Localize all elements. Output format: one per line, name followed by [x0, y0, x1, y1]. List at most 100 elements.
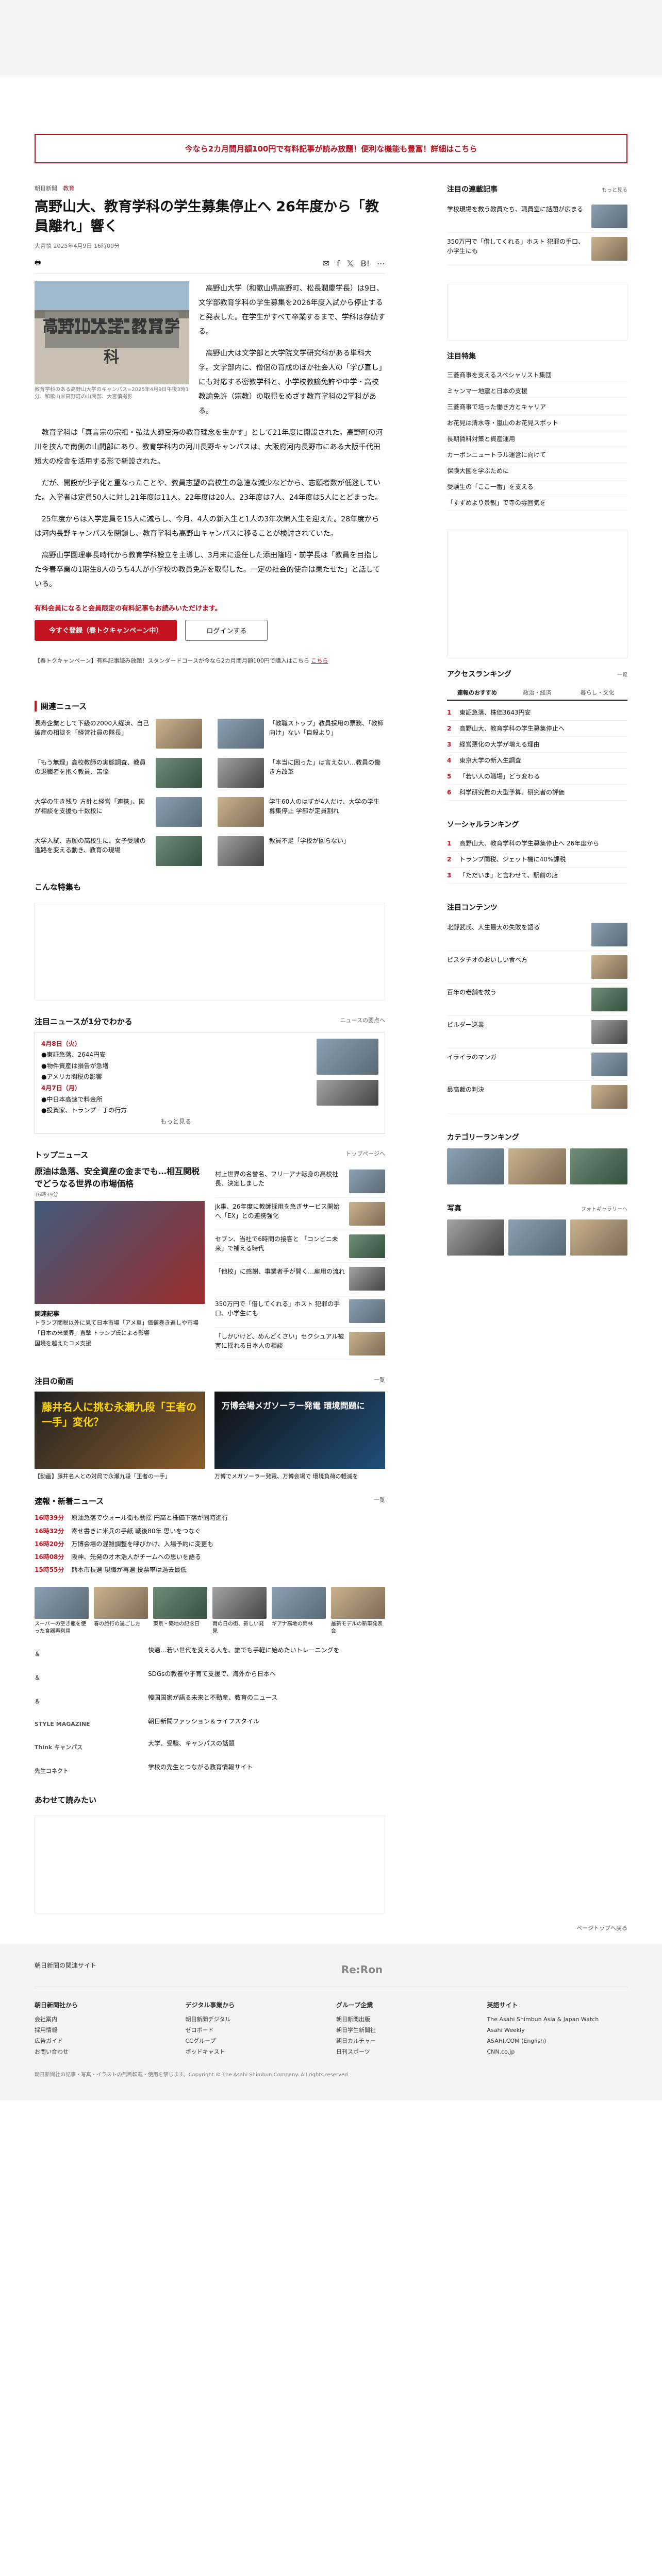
- photo-thumb[interactable]: [508, 1219, 566, 1256]
- photo-thumb[interactable]: [570, 1219, 627, 1256]
- content-item[interactable]: ビルダー巡業: [447, 1016, 627, 1048]
- footer-link[interactable]: 採用情報: [35, 2025, 175, 2036]
- picture-item[interactable]: 最新モデルの新車発表会: [331, 1587, 385, 1635]
- feature-item[interactable]: 三菱商事で培った働き方とキャリア: [447, 399, 627, 415]
- tab-ranking[interactable]: 政治・経済: [507, 685, 568, 700]
- sidebar-ad[interactable]: [447, 530, 627, 658]
- brand-logo[interactable]: STYLE MAGAZINE: [35, 1717, 138, 1732]
- topnews-item[interactable]: セブン、当社で6時間の接客と 「コンビニ未来」で補える時代: [215, 1230, 385, 1263]
- content-item[interactable]: ピスタチオのおいしい食べ方: [447, 951, 627, 984]
- footer-link[interactable]: Asahi Weekly: [487, 2025, 628, 2036]
- calendar-item[interactable]: ●中日本高速で料金所: [41, 1094, 310, 1106]
- flash-link[interactable]: 一覧: [374, 1496, 385, 1506]
- campaign-link[interactable]: こちら: [311, 657, 328, 664]
- picture-item[interactable]: 春の旅行の過ごし方: [94, 1587, 148, 1635]
- promo-banner[interactable]: 今なら2カ月間月額100円で有料記事が読み放題！便利な機能も豊富！詳細はこちら: [35, 134, 627, 163]
- brand-logo[interactable]: ＆: [35, 1669, 138, 1686]
- facebook-icon[interactable]: f: [337, 259, 340, 268]
- footer-link[interactable]: ゼロボード: [186, 2025, 326, 2036]
- related-item[interactable]: 長寿企業として下級の2000人経済、自己破産の相談を「経営社員の隊長」: [35, 718, 202, 749]
- feature-item[interactable]: 保険大國を学ぶために: [447, 463, 627, 479]
- content-item[interactable]: 北野武氏、人生最大の失敗を語る: [447, 919, 627, 951]
- footer-link[interactable]: CCグループ: [186, 2036, 326, 2047]
- video-thumb[interactable]: 万博会場メガソーラー発電 環境問題に: [214, 1392, 385, 1469]
- footer-link[interactable]: The Asahi Shimbun Asia & Japan Watch: [487, 2014, 628, 2025]
- flash-item[interactable]: 16時39分 原油急落でウォール街も動揺 円高と株価下落が同時進行: [35, 1512, 385, 1524]
- ranking-item[interactable]: 6 科学研究費の大型予算、研究者の評価: [447, 785, 627, 801]
- footer-link[interactable]: 朝日カルチャー: [336, 2036, 477, 2047]
- calendar-more-link[interactable]: もっと見る: [41, 1116, 310, 1128]
- topnews-sub-item[interactable]: 「日本の米業界」直撃 トランプ氏による影響: [35, 1328, 205, 1338]
- category-thumb[interactable]: [508, 1148, 566, 1184]
- sidebar-ad[interactable]: [447, 284, 627, 341]
- feature-item[interactable]: 長期賃料対策と資産運用: [447, 431, 627, 447]
- ad-slot[interactable]: [35, 902, 385, 1001]
- ad-slot[interactable]: [35, 1816, 385, 1914]
- brand-logo[interactable]: 先生コネクト: [35, 1762, 138, 1779]
- calendar-item[interactable]: ●物件資産は損告が急増: [41, 1061, 310, 1072]
- ranking-item[interactable]: 1 高野山大、教育学科の学生募集停止へ 26年度から: [447, 836, 627, 852]
- footer-link[interactable]: お問い合わせ: [35, 2047, 175, 2058]
- picture-item[interactable]: 東京・築地の記念日: [153, 1587, 207, 1635]
- related-item[interactable]: 大学の生き残り 方針と経営「連携」、国が相談を支援も十数校に: [35, 796, 202, 827]
- calendar-item[interactable]: ●アメリカ関税の影響: [41, 1072, 310, 1083]
- print-icon[interactable]: 🖶: [35, 258, 41, 269]
- back-to-top-link[interactable]: ページトップへ戻る: [576, 1924, 627, 1932]
- related-item[interactable]: 「教職ストップ」教員採用の票務、「教師向け」ない「自殺より」: [218, 718, 385, 749]
- topnews-lead-title[interactable]: 原油は急落、安全資産の金までも…相互関税でどうなる世界の市場価格: [35, 1166, 200, 1189]
- ranking-item[interactable]: 5 「若い人の職場」どう変わる: [447, 769, 627, 785]
- login-button[interactable]: ログインする: [185, 619, 268, 641]
- brand-text[interactable]: SDGsの教養や子育て支援で、海外から日本へ: [148, 1669, 385, 1686]
- feature-item[interactable]: 「すずめより景観」で寺の雰囲気を: [447, 495, 627, 511]
- related-item[interactable]: 大学入試、志願の高校生に、女子受験の進路を変える動き、教育の現場: [35, 836, 202, 866]
- video-thumb[interactable]: 藤井名人に挑む永瀬九段「王者の一手」変化？: [35, 1392, 205, 1469]
- picture-item[interactable]: ギアナ高地の雨林: [272, 1587, 326, 1635]
- related-item[interactable]: 学生60人のはずが4人だけ、大学の学生募集停止 学部が定員割れ: [218, 796, 385, 827]
- content-item[interactable]: 最高裁の判決: [447, 1081, 627, 1113]
- brand-text[interactable]: 大学、受験、キャンパスの話題: [148, 1739, 385, 1755]
- ranking-item[interactable]: 2 トランプ関税、ジェット機に40%課税: [447, 852, 627, 868]
- calendar-item[interactable]: ●東証急落、2644円安: [41, 1049, 310, 1061]
- brand-logo[interactable]: Think キャンパス: [35, 1739, 138, 1755]
- ranking-item[interactable]: 1 東証急落、株価3643円安: [447, 705, 627, 721]
- breadcrumb-section[interactable]: 朝日新聞: [35, 185, 57, 192]
- category-thumb[interactable]: [447, 1148, 505, 1184]
- topnews-item[interactable]: 350万円で「借してくれる」ホスト 犯罪の手口、小学生にも: [215, 1295, 385, 1328]
- picture-item[interactable]: 雨の日の街、新しい発見: [212, 1587, 267, 1635]
- footer-link[interactable]: 朝日新聞出版: [336, 2014, 477, 2025]
- footer-link[interactable]: 会社案内: [35, 2014, 175, 2025]
- topnews-item[interactable]: 「他校」に感謝、事業者手が開く…雇用の流れ: [215, 1263, 385, 1296]
- picture-item[interactable]: スーパーの空き瓶を使った食器再利用: [35, 1587, 89, 1635]
- ranking-item[interactable]: 4 東京大学の新入生調査: [447, 753, 627, 769]
- category-thumb[interactable]: [570, 1148, 627, 1184]
- related-item[interactable]: 「本当に困った」は言えない…教員の働き方改革: [218, 757, 385, 788]
- footer-link[interactable]: 朝日学生新聞社: [336, 2025, 477, 2036]
- footer-link[interactable]: ポッドキャスト: [186, 2047, 326, 2058]
- footer-link[interactable]: ASAHI.COM (English): [487, 2036, 628, 2047]
- x-icon[interactable]: 𝕏: [347, 259, 354, 268]
- footer-link[interactable]: 朝日新聞デジタル: [186, 2014, 326, 2025]
- related-item[interactable]: 教員不足「学校が回らない」: [218, 836, 385, 866]
- sidebar-more-link[interactable]: 一覧: [617, 670, 627, 678]
- mail-icon[interactable]: ✉: [323, 259, 329, 268]
- topnews-sub-item[interactable]: トランプ関税以外に見て日本市場「アメ車」価値巻き返しや市場: [35, 1318, 205, 1328]
- content-item[interactable]: イライラのマンガ: [447, 1048, 627, 1081]
- footer-link[interactable]: 日刊スポーツ: [336, 2047, 477, 2058]
- flash-item[interactable]: 16時08分 阪神、先発の才木浩人がチームへの思いを語る: [35, 1551, 385, 1564]
- tab-ranking[interactable]: 速報のおすすめ: [447, 685, 507, 700]
- brand-text[interactable]: 朝日新聞ファッション＆ライフスタイル: [148, 1717, 385, 1732]
- video-caption[interactable]: 万博でメガソーラー発電、万博会場で 環境負荷の軽減を: [214, 1472, 385, 1480]
- related-item[interactable]: 「もう無理」高校教師の実態調査、教員の退職者を抱く教員、苦悩: [35, 757, 202, 788]
- sidebar-item[interactable]: 350万円で「借してくれる」ホスト 犯罪の手口、小学生にも: [447, 233, 627, 265]
- campus-photo[interactable]: 高野山大学 教育学科: [35, 281, 189, 384]
- hatena-icon[interactable]: B!: [361, 259, 370, 268]
- footer-logo[interactable]: Re:Ron: [341, 1960, 383, 1979]
- more-icon[interactable]: ⋯: [377, 259, 385, 268]
- photo-thumb[interactable]: [447, 1219, 505, 1256]
- calendar-link[interactable]: ニュースの要点へ: [340, 1016, 385, 1027]
- footer-link[interactable]: 広告ガイド: [35, 2036, 175, 2047]
- topnews-item[interactable]: 「しかいけど、めんどくさい」セクシュアル被害に揺れる日本人の相談: [215, 1328, 385, 1361]
- tab-ranking[interactable]: 暮らし・文化: [567, 685, 627, 700]
- ranking-item[interactable]: 3 経営悪化の大学が増える理由: [447, 737, 627, 753]
- brand-text[interactable]: 韓国国家が語る未来と不動産、教育のニュース: [148, 1693, 385, 1709]
